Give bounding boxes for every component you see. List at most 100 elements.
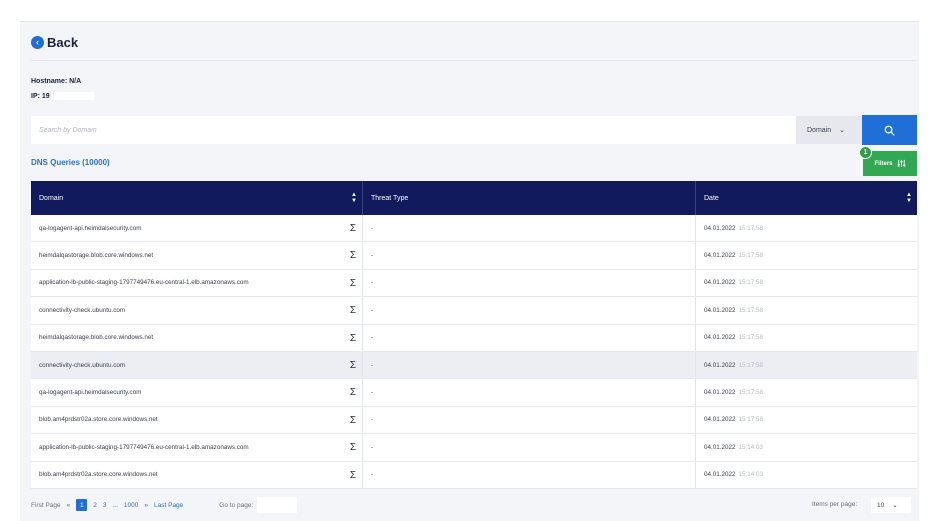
table-row[interactable]: heimdalqastorage.blob.core.windows.net Σ … xyxy=(31,242,917,270)
cell-date: 04.01.2022 15:17:58 xyxy=(696,352,917,378)
table-row[interactable]: qa-logagent-api.heimdalsecurity.com Σ - 0… xyxy=(31,379,917,407)
sliders-icon xyxy=(897,159,905,168)
cell-threat-type: - xyxy=(363,434,696,461)
cell-date: 04.01.2022 15:17:58 xyxy=(696,325,917,351)
dns-queries-count: DNS Queries (10000) xyxy=(31,158,110,167)
table-row[interactable]: connectivity-check.ubuntu.com Σ - 04.01.2… xyxy=(31,297,917,325)
table-row[interactable]: blob.am4prdstr02a.store.core.windows.net… xyxy=(31,406,917,435)
time-text: 15:17:58 xyxy=(738,279,764,287)
cell-domain: application-lb-public-staging-1797749476… xyxy=(31,434,363,461)
table-row[interactable]: application-lb-public-staging-1797749476… xyxy=(31,269,917,298)
cell-date: 04.01.2022 15:14:03 xyxy=(696,462,917,488)
pagination-ellipsis: ... xyxy=(112,501,118,509)
header-label: Threat Type xyxy=(371,194,409,202)
cell-domain: heimdalqastorage.blob.core.windows.net Σ xyxy=(31,324,363,351)
cell-domain: blob.am4prdstr02a.store.core.windows.net… xyxy=(31,461,363,488)
table-row[interactable]: blob.am4prdstr02a.store.core.windows.net… xyxy=(31,461,917,489)
table-row[interactable]: qa-logagent-api.heimdalsecurity.com Σ - 0… xyxy=(31,215,917,243)
date-text: 04.01.2022 xyxy=(704,389,736,397)
date-text: 04.01.2022 xyxy=(704,252,736,260)
date-text: 04.01.2022 xyxy=(704,471,736,479)
page-2-button[interactable]: 2 xyxy=(93,502,97,509)
domain-text: heimdalqastorage.blob.core.windows.net xyxy=(39,334,154,342)
sigma-icon[interactable]: Σ xyxy=(350,360,356,371)
date-text: 04.01.2022 xyxy=(704,334,736,342)
table-row[interactable]: application-lb-public-staging-1797749476… xyxy=(31,434,917,462)
items-per-page-value: 10 xyxy=(877,501,885,509)
cell-domain: qa-logagent-api.heimdalsecurity.com Σ xyxy=(31,215,363,242)
sigma-icon[interactable]: Σ xyxy=(350,388,356,398)
table-row[interactable]: connectivity-check.ubuntu.com Σ - 04.01.2… xyxy=(31,351,917,380)
table-row[interactable]: heimdalqastorage.blob.core.windows.net Σ … xyxy=(31,324,917,352)
domain-text: qa-logagent-api.heimdalsecurity.com xyxy=(39,389,142,397)
cell-domain: heimdalqastorage.blob.core.windows.net Σ xyxy=(31,242,363,269)
cell-date: 04.01.2022 15:17:58 xyxy=(696,270,917,296)
time-text: 15:14:03 xyxy=(738,471,764,479)
pagination: First Page « 1 2 3 ... 1000 » Last Page … xyxy=(31,497,298,513)
ip-text: IP: 19 xyxy=(31,92,94,100)
cell-date: 04.01.2022 15:17:58 xyxy=(696,242,917,268)
cell-threat-type: - xyxy=(363,406,696,434)
goto-page-input[interactable] xyxy=(257,497,298,513)
time-text: 15:17:58 xyxy=(738,416,764,424)
date-text: 04.01.2022 xyxy=(704,224,736,232)
next-page-icon[interactable]: » xyxy=(144,502,148,509)
ip-value: IP: 19 xyxy=(31,92,50,100)
cell-threat-type: - xyxy=(363,215,696,242)
domain-text: connectivity-check.ubuntu.com xyxy=(39,361,126,369)
search-button[interactable] xyxy=(862,115,917,145)
cell-threat-type: - xyxy=(363,297,696,324)
sort-icon[interactable]: ▲ ▼ xyxy=(351,192,357,204)
time-text: 15:17:58 xyxy=(738,252,764,260)
cell-threat-type: - xyxy=(363,351,696,379)
domain-text: blob.am4prdstr02a.store.core.windows.net xyxy=(39,416,158,424)
sigma-icon[interactable]: Σ xyxy=(350,251,356,261)
domain-text: application-lb-public-staging-1797749476… xyxy=(39,279,249,287)
divider xyxy=(31,60,916,61)
search-field-value: Domain xyxy=(807,126,832,134)
page-3-button[interactable]: 3 xyxy=(103,502,107,509)
time-text: 15:17:58 xyxy=(738,224,764,232)
time-text: 15:17:58 xyxy=(738,389,764,397)
sort-icon[interactable]: ▲ ▼ xyxy=(906,192,912,204)
sigma-icon[interactable]: Σ xyxy=(350,415,356,426)
domain-text: blob.am4prdstr02a.store.core.windows.net xyxy=(39,471,158,479)
page-last-number-button[interactable]: 1000 xyxy=(124,502,138,509)
cell-domain: connectivity-check.ubuntu.com Σ xyxy=(31,351,363,379)
cell-domain: qa-logagent-api.heimdalsecurity.com Σ xyxy=(31,379,363,406)
sigma-icon[interactable]: Σ xyxy=(350,224,356,234)
last-page-link[interactable]: Last Page xyxy=(154,502,183,509)
date-text: 04.01.2022 xyxy=(704,361,736,369)
cell-date: 04.01.2022 15:17:58 xyxy=(696,297,917,323)
chevron-left-circle-icon: ‹ xyxy=(31,35,44,49)
cell-threat-type: - xyxy=(363,242,696,269)
table-header: Domain ▲ ▼ Threat Type Date ▲ ▼ xyxy=(31,181,917,215)
chevron-down-icon: ⌄ xyxy=(839,127,845,134)
hostname-text: Hostname: N/A xyxy=(31,78,82,85)
dns-queries-table: Domain ▲ ▼ Threat Type Date ▲ ▼ qa-logagen… xyxy=(31,181,917,489)
cell-threat-type: - xyxy=(363,461,696,488)
first-page-link[interactable]: First Page xyxy=(31,502,61,509)
cell-date: 04.01.2022 15:17:58 xyxy=(696,407,917,433)
cell-date: 04.01.2022 15:14:03 xyxy=(696,434,917,460)
sigma-icon[interactable]: Σ xyxy=(350,443,356,453)
prev-page-icon[interactable]: « xyxy=(67,502,71,509)
column-header-domain[interactable]: Domain ▲ ▼ xyxy=(31,181,363,215)
sigma-icon[interactable]: Σ xyxy=(350,306,356,316)
sigma-icon[interactable]: Σ xyxy=(350,278,356,289)
back-button[interactable]: ‹ Back xyxy=(31,34,78,50)
cell-date: 04.01.2022 15:17:58 xyxy=(696,215,917,241)
search-field-select[interactable]: Domain ⌄ xyxy=(796,116,862,144)
chevron-down-icon: ⌄ xyxy=(892,502,898,509)
page-1-button[interactable]: 1 xyxy=(76,499,88,511)
cell-domain: application-lb-public-staging-1797749476… xyxy=(31,269,363,297)
sigma-icon[interactable]: Σ xyxy=(350,470,356,481)
domain-text: qa-logagent-api.heimdalsecurity.com xyxy=(39,224,142,232)
items-per-page-select[interactable]: 10 ⌄ xyxy=(871,497,911,513)
column-header-date[interactable]: Date ▲ ▼ xyxy=(696,181,917,215)
header-label: Domain xyxy=(39,194,64,202)
search-input[interactable] xyxy=(31,116,796,144)
time-text: 15:17:58 xyxy=(738,361,764,369)
sigma-icon[interactable]: Σ xyxy=(350,333,356,344)
time-text: 15:17:58 xyxy=(738,306,764,314)
